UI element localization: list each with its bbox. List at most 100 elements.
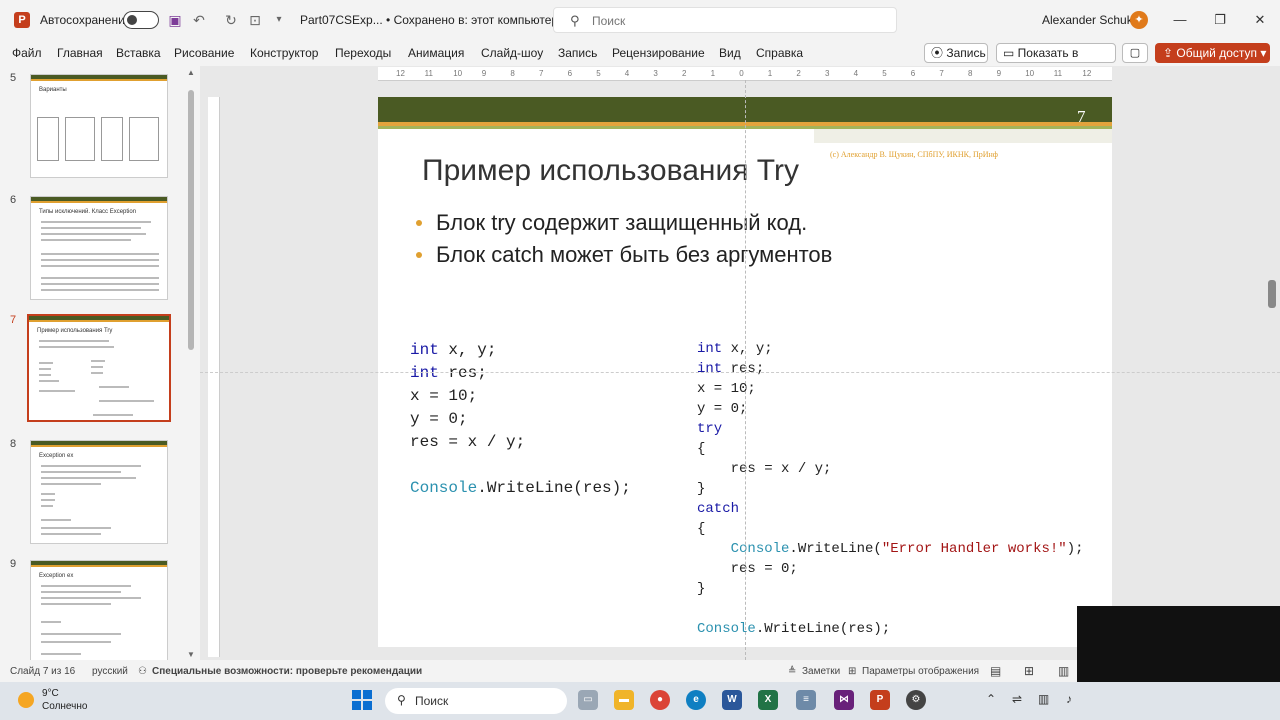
visual-studio-icon[interactable]: ⋈: [834, 690, 854, 710]
autosave-toggle[interactable]: [123, 11, 159, 29]
user-name[interactable]: Alexander Schukin: [1042, 13, 1142, 27]
accessibility-status[interactable]: Специальные возможности: проверьте реком…: [152, 666, 422, 677]
minimize-button[interactable]: —: [1160, 8, 1200, 32]
code-token: x = 10;: [410, 387, 478, 405]
thumbnail-slide-9[interactable]: Exception ex: [30, 560, 168, 664]
search-input[interactable]: [592, 12, 882, 30]
tab-transitions[interactable]: Переходы: [335, 46, 391, 60]
tray-app-icon[interactable]: ▥: [1038, 692, 1049, 706]
code-token: x, y;: [722, 341, 773, 357]
comments-button[interactable]: ▢: [1122, 43, 1148, 63]
customize-toolbar-chevron-icon[interactable]: ▾: [270, 11, 288, 29]
maximize-button[interactable]: ❐: [1200, 8, 1240, 32]
tab-insert[interactable]: Вставка: [116, 46, 161, 60]
powerpoint-taskbar-icon[interactable]: P: [870, 690, 890, 710]
weather-description[interactable]: Солнечно: [42, 701, 87, 712]
windows-start-icon[interactable]: [352, 690, 372, 710]
video-overlay: [1077, 606, 1280, 682]
redo-icon[interactable]: ↻: [222, 11, 240, 29]
save-icon[interactable]: ▣: [166, 11, 184, 29]
notes-button[interactable]: Заметки: [802, 666, 840, 677]
ruler-label: 4: [853, 69, 859, 78]
settings-gear-icon[interactable]: ⚙: [906, 690, 926, 710]
code-block-without-try[interactable]: int x, y; int res; x = 10; y = 0; res = x / …: [410, 339, 631, 500]
thumb-line: [41, 239, 131, 241]
thumb-line: [41, 533, 101, 535]
tab-home[interactable]: Главная: [57, 46, 103, 60]
language-indicator[interactable]: русский: [92, 666, 128, 677]
task-view-icon[interactable]: ▭: [578, 690, 598, 710]
excel-icon[interactable]: X: [758, 690, 778, 710]
weather-sun-icon[interactable]: [18, 692, 34, 708]
ruler-label: 7: [939, 69, 944, 78]
share-icon: ⇪: [1163, 46, 1177, 60]
tab-review[interactable]: Рецензирование: [612, 46, 705, 60]
share-label: Общий доступ: [1176, 46, 1258, 60]
scroll-down-icon[interactable]: ▼: [187, 650, 195, 659]
close-button[interactable]: ✕: [1240, 8, 1280, 32]
ruler-label: 3: [825, 69, 830, 78]
bullet-item[interactable]: Блок catch может быть без аргументов: [416, 242, 832, 268]
file-explorer-icon[interactable]: ▬: [614, 690, 634, 710]
code-line: }: [697, 579, 1084, 599]
display-settings-button[interactable]: Параметры отображения: [862, 666, 979, 677]
tab-help[interactable]: Справка: [756, 46, 803, 60]
comment-icon: ▢: [1129, 47, 1141, 59]
display-settings-icon[interactable]: ⊞: [848, 666, 856, 677]
record-button[interactable]: ⦿ Запись: [924, 43, 988, 63]
present-from-start-icon[interactable]: ⊡: [246, 11, 264, 29]
avatar[interactable]: ✦: [1130, 11, 1148, 29]
tab-design[interactable]: Конструктор: [250, 46, 318, 60]
tab-draw[interactable]: Рисование: [174, 46, 234, 60]
thumbnail-scroll-thumb[interactable]: [188, 90, 194, 350]
title-bar: P Автосохранение ▣ ↶ ↻ ⊡ ▾ Part07CSExp..…: [0, 0, 1280, 40]
bullet-text: Блок try содержит защищенный код.: [436, 210, 808, 235]
thumbnail-slide-8[interactable]: Exception ex: [30, 440, 168, 544]
scroll-up-icon[interactable]: ▲: [187, 68, 195, 77]
undo-icon[interactable]: ↶: [190, 11, 208, 29]
code-line: y = 0;: [697, 399, 1084, 419]
thumb-line: [41, 585, 131, 587]
thumb-line: [41, 471, 121, 473]
tab-file[interactable]: Файл: [12, 46, 42, 60]
present-in-teams-button[interactable]: ▭ Показать в Teams: [996, 43, 1116, 78]
normal-view-icon[interactable]: ▤: [990, 664, 1001, 678]
code-line: int res;: [410, 362, 631, 385]
chrome-icon[interactable]: ●: [650, 690, 670, 710]
word-icon[interactable]: W: [722, 690, 742, 710]
bullet-item[interactable]: Блок try содержит защищенный код.: [416, 210, 808, 236]
tray-microphone-icon[interactable]: ♪: [1066, 692, 1072, 706]
weather-temperature[interactable]: 9°C: [42, 688, 59, 699]
editor-scrollbar[interactable]: [1268, 280, 1276, 308]
thumb-line: [91, 360, 105, 362]
thumbnail-slide-6[interactable]: Типы исключений. Класс Exception: [30, 196, 168, 300]
notepad-icon[interactable]: ≡: [796, 690, 816, 710]
reading-view-icon[interactable]: ▥: [1058, 664, 1069, 678]
tab-view[interactable]: Вид: [719, 46, 741, 60]
code-line: {: [697, 439, 1084, 459]
share-button[interactable]: ⇪ Общий доступ ▾: [1155, 43, 1270, 63]
accessibility-icon[interactable]: ⚇: [138, 666, 147, 677]
code-block-with-try[interactable]: int x, y; int res; x = 10; y = 0; try{ res =…: [697, 339, 1084, 639]
ruler-label: 0: [739, 69, 744, 78]
thumb-line: [39, 346, 114, 348]
thumbnail-slide-7[interactable]: Пример использования Try: [27, 314, 171, 422]
edge-icon[interactable]: e: [686, 690, 706, 710]
slide-credit[interactable]: (c) Александр В. Щукин, СПбПУ, ИКНК, ПрИ…: [830, 150, 998, 159]
search-box[interactable]: ⚲: [553, 7, 897, 33]
document-title[interactable]: Part07CSExp... • Сохранено в: этот компь…: [300, 13, 571, 27]
slide-title[interactable]: Пример использования Try: [422, 154, 799, 188]
tray-chevron-up-icon[interactable]: ⌃: [986, 692, 996, 706]
taskbar-search[interactable]: ⚲ Поиск: [385, 688, 567, 714]
code-token: int: [697, 341, 723, 357]
notes-icon[interactable]: ≜: [788, 666, 796, 677]
code-token: x, y;: [438, 341, 497, 359]
slide-sorter-icon[interactable]: ⊞: [1024, 664, 1034, 678]
tab-slideshow[interactable]: Слайд-шоу: [481, 46, 543, 60]
tab-animations[interactable]: Анимация: [408, 46, 464, 60]
thumb-line: [41, 483, 101, 485]
tray-network-icon[interactable]: ⇌: [1012, 692, 1022, 706]
ruler-label: 6: [567, 69, 573, 78]
tab-record[interactable]: Запись: [558, 46, 597, 60]
thumbnail-slide-5[interactable]: Варианты: [30, 74, 168, 178]
